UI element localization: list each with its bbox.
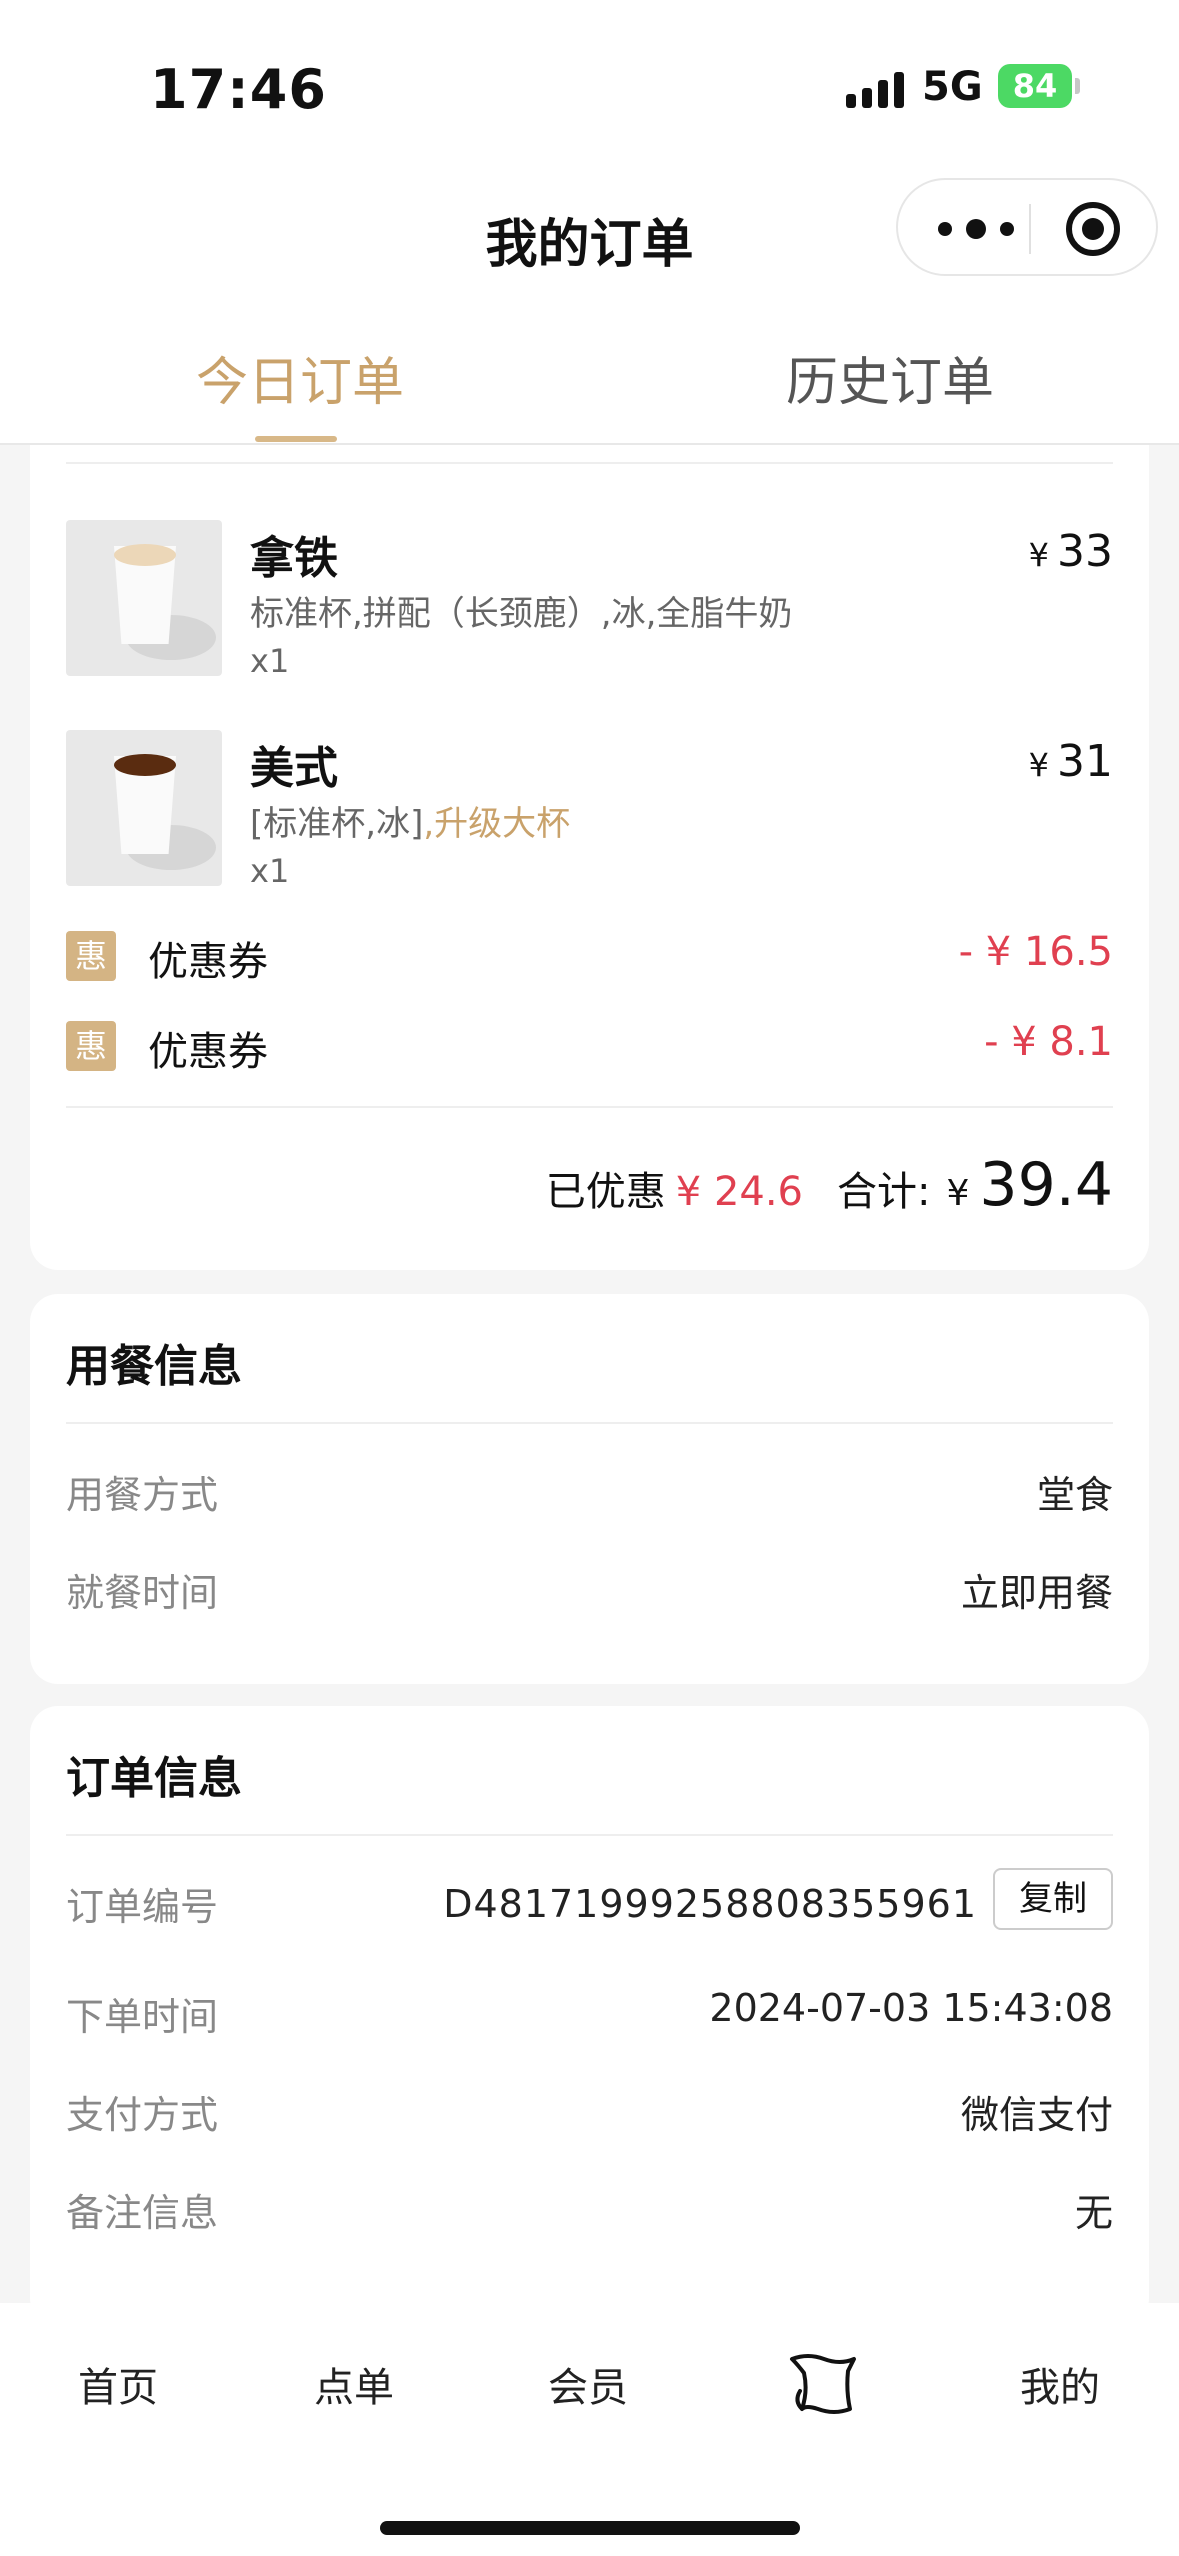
discount-badge-icon: 惠: [66, 1021, 116, 1071]
product-qty: x1: [250, 642, 290, 680]
coupon-label: 优惠券: [148, 939, 268, 985]
status-bar: 17:46 5G 84: [0, 0, 1179, 160]
close-miniapp-icon[interactable]: [1066, 202, 1120, 256]
bottom-nav: 首页 点单 会员 我的: [0, 2303, 1179, 2556]
coupon-row: 惠 优惠券 - ¥ 16.5: [66, 925, 1113, 985]
info-key: 备注信息: [66, 2191, 219, 2235]
more-icon[interactable]: [938, 210, 1028, 246]
product-image: [66, 730, 222, 886]
battery-icon: 84: [998, 64, 1080, 108]
nav-member[interactable]: 会员: [548, 2355, 628, 2413]
network-type: 5G: [922, 64, 983, 110]
divider: [66, 462, 1113, 464]
order-number: D48171999258808355961: [443, 1882, 977, 1926]
order-tabs: 今日订单 历史订单: [0, 310, 1179, 445]
coupon-row: 惠 优惠券 - ¥ 8.1: [66, 1015, 1113, 1075]
coupon-label: 优惠券: [148, 1029, 268, 1075]
total-label: 合计:: [837, 1169, 931, 1215]
divider: [66, 1106, 1113, 1108]
info-value: 立即用餐: [960, 1571, 1113, 1615]
scroll-icon[interactable]: [788, 2351, 860, 2417]
product-image: [66, 520, 222, 676]
info-row: 备注信息 无: [66, 2182, 1113, 2242]
order-info-card: 订单信息 订单编号 D48171999258808355961 复制 下单时间 …: [30, 1706, 1149, 2326]
info-key: 订单编号: [66, 1885, 219, 1929]
product-item-latte[interactable]: 拿铁 标准杯,拼配（长颈鹿）,冰,全脂牛奶 x1 ¥33: [66, 520, 1113, 680]
discount-badge-icon: 惠: [66, 931, 116, 981]
total-value: 39.4: [979, 1150, 1113, 1220]
product-spec: 标准杯,拼配（长颈鹿）,冰,全脂牛奶: [250, 594, 793, 634]
tab-history[interactable]: 历史订单: [786, 340, 994, 415]
info-row: 用餐方式 堂食: [66, 1464, 1113, 1524]
discount-value: ¥ 24.6: [675, 1169, 804, 1215]
tab-active-indicator: [255, 436, 337, 442]
info-key: 就餐时间: [66, 1571, 219, 1615]
info-key: 下单时间: [66, 1995, 219, 2039]
tab-today[interactable]: 今日订单: [196, 340, 404, 415]
nav-order[interactable]: 点单: [314, 2355, 394, 2413]
section-title: 用餐信息: [66, 1341, 242, 1392]
coupon-value: - ¥ 16.5: [958, 929, 1113, 975]
info-key: 用餐方式: [66, 1473, 219, 1517]
divider: [66, 1834, 1113, 1836]
signal-icon: [846, 70, 904, 108]
order-items-card: 拿铁 标准杯,拼配（长颈鹿）,冰,全脂牛奶 x1 ¥33 美式 [标准杯,冰],…: [30, 420, 1149, 1270]
info-row: 支付方式 微信支付: [66, 2084, 1113, 2144]
info-row: 就餐时间 立即用餐: [66, 1562, 1113, 1622]
nav-home[interactable]: 首页: [78, 2355, 158, 2413]
nav-bar: 我的订单: [0, 160, 1179, 310]
product-spec: [标准杯,冰],升级大杯: [250, 804, 571, 844]
product-item-americano[interactable]: 美式 [标准杯,冰],升级大杯 x1 ¥31: [66, 730, 1113, 890]
dining-info-card: 用餐信息 用餐方式 堂食 就餐时间 立即用餐: [30, 1294, 1149, 1684]
info-value: 无: [1074, 2191, 1113, 2235]
product-name: 拿铁: [250, 533, 338, 584]
info-value: 堂食: [1036, 1473, 1113, 1517]
info-row: 订单编号 D48171999258808355961 复制: [66, 1868, 1113, 1936]
nav-mine[interactable]: 我的: [1020, 2355, 1100, 2413]
product-name: 美式: [250, 743, 338, 794]
coupon-value: - ¥ 8.1: [984, 1019, 1113, 1065]
info-key: 支付方式: [66, 2093, 219, 2137]
product-price: ¥33: [1028, 526, 1113, 577]
divider: [66, 1422, 1113, 1424]
total-currency: ¥: [946, 1173, 970, 1214]
miniapp-capsule: [896, 178, 1158, 276]
home-indicator: [380, 2521, 800, 2535]
info-row: 下单时间 2024-07-03 15:43:08: [66, 1986, 1113, 2046]
info-value: 2024-07-03 15:43:08: [709, 1986, 1113, 2030]
product-qty: x1: [250, 852, 290, 890]
order-total: 已优惠 ¥ 24.6 合计: ¥ 39.4: [546, 1150, 1113, 1220]
copy-button[interactable]: 复制: [993, 1868, 1113, 1930]
product-price: ¥31: [1028, 736, 1113, 787]
section-title: 订单信息: [66, 1753, 242, 1804]
info-value: 微信支付: [960, 2093, 1113, 2137]
capsule-divider: [1029, 204, 1031, 254]
discount-label: 已优惠: [545, 1169, 666, 1215]
status-time: 17:46: [150, 58, 327, 121]
